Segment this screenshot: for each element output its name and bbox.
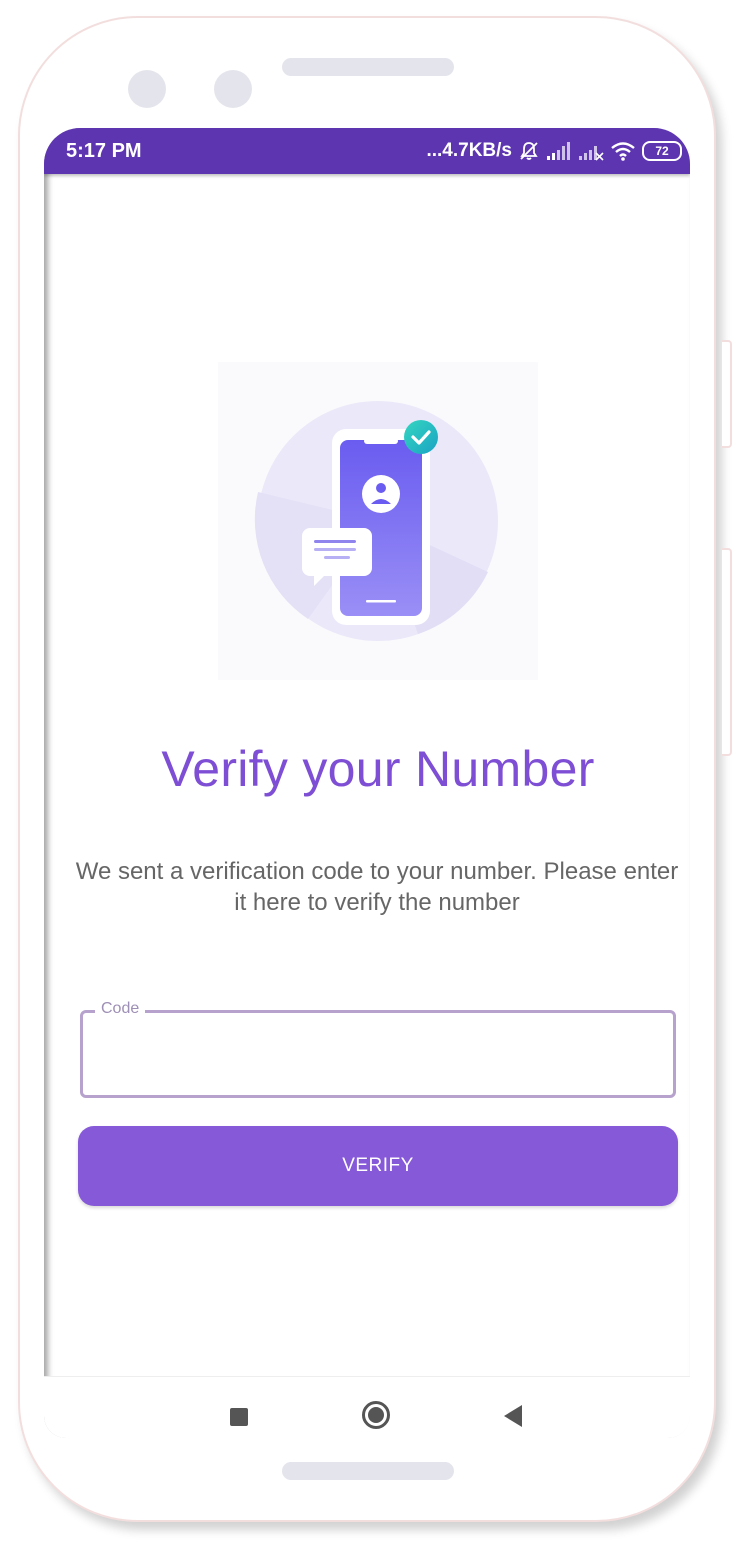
verification-message: We sent a verification code to your numb… (75, 858, 679, 916)
code-field-label: Code (95, 1000, 146, 1018)
phone-verified-illustration (218, 362, 538, 680)
bottom-speaker (282, 1462, 454, 1480)
power-button (722, 548, 732, 756)
back-icon[interactable] (504, 1405, 522, 1427)
battery-icon: 72 (642, 141, 682, 161)
network-speed: ...4.7KB/s (426, 140, 512, 161)
volume-button (722, 340, 732, 448)
code-input[interactable] (97, 1035, 661, 1073)
wifi-icon (610, 141, 636, 161)
status-time: 5:17 PM (66, 140, 142, 162)
status-icons: ...4.7KB/s 72 (426, 138, 682, 164)
mute-bell-icon (518, 140, 540, 162)
signal-no-sim-icon (578, 141, 604, 161)
home-icon[interactable] (362, 1401, 390, 1429)
front-camera-icon (128, 70, 166, 108)
status-bar: 5:17 PM ...4.7KB/s 72 (44, 128, 690, 174)
verify-button[interactable]: VERIFY (78, 1126, 678, 1206)
screen: 5:17 PM ...4.7KB/s 72 Verify your Number… (44, 128, 690, 1438)
earpiece-speaker (282, 58, 454, 76)
page-title: Verify your Number (161, 741, 595, 797)
navigation-bar (44, 1376, 690, 1438)
sensor-icon (214, 70, 252, 108)
code-field[interactable]: Code (80, 1000, 676, 1098)
signal-icon (546, 141, 572, 161)
recents-icon[interactable] (230, 1408, 248, 1426)
